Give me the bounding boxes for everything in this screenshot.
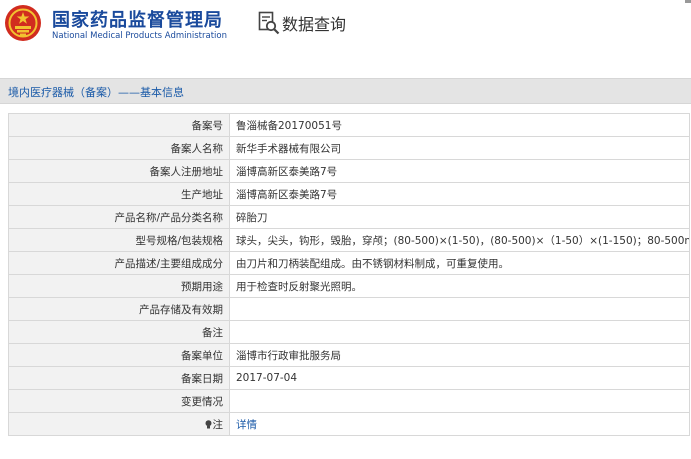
table-row: 备案单位 淄博市行政审批服务局 (8, 343, 690, 367)
table-row: 产品名称/产品分类名称 碎胎刀 (8, 205, 690, 229)
table-row: 变更情况 (8, 389, 690, 413)
org-name-en[interactable]: National Medical Products Administration (52, 31, 227, 41)
field-value: 新华手术器械有限公司 (229, 136, 690, 160)
field-label: 备案号 (8, 113, 230, 137)
note-value-cell: 详情 (229, 412, 690, 436)
note-label-cell: 注 (8, 412, 230, 436)
document-search-icon (258, 11, 280, 35)
note-row: 注详情 (8, 412, 690, 436)
national-emblem-icon (5, 5, 41, 41)
table-row: 预期用途 用于检查时反射聚光照明。 (8, 274, 690, 298)
field-label: 产品存储及有效期 (8, 297, 230, 321)
field-label: 备注 (8, 320, 230, 344)
table-row: 备注 (8, 320, 690, 344)
breadcrumb: 境内医疗器械（备案）——基本信息 (8, 86, 184, 99)
field-label: 备案人名称 (8, 136, 230, 160)
field-label: 产品描述/主要组成成分 (8, 251, 230, 275)
field-value: 淄博市行政审批服务局 (229, 343, 690, 367)
field-label: 预期用途 (8, 274, 230, 298)
field-value: 用于检查时反射聚光照明。 (229, 274, 690, 298)
corner-handle (685, 0, 691, 3)
table-row: 备案人名称 新华手术器械有限公司 (8, 136, 690, 160)
field-label: 备案日期 (8, 366, 230, 390)
field-label: 型号规格/包装规格 (8, 228, 230, 252)
field-label: 生产地址 (8, 182, 230, 206)
breadcrumb-bar: 境内医疗器械（备案）——基本信息 (0, 78, 691, 104)
site-header: 国家药品监督管理局 National Medical Products Admi… (0, 0, 691, 50)
lightbulb-icon (205, 419, 211, 428)
details-link[interactable]: 详情 (236, 419, 257, 431)
table-row: 型号规格/包装规格 球头，尖头，钩形，毁胎，穿颅；(80-500)×(1-50)，… (8, 228, 690, 252)
table-row: 生产地址 淄博高新区泰美路7号 (8, 182, 690, 206)
field-label: 备案单位 (8, 343, 230, 367)
data-query-label: 数据查询 (282, 15, 347, 34)
table-row: 备案号 鲁淄械备20170051号 (8, 113, 690, 137)
record-table: 备案号 鲁淄械备20170051号 备案人名称 新华手术器械有限公司 备案人注册地址 淄博… (8, 113, 690, 436)
field-value: 淄博高新区泰美路7号 (229, 182, 690, 206)
field-label: 变更情况 (8, 389, 230, 413)
table-row: 产品存储及有效期 (8, 297, 690, 321)
note-label: 注 (212, 418, 224, 431)
field-label: 产品名称/产品分类名称 (8, 205, 230, 229)
field-value (229, 297, 690, 321)
field-value: 2017-07-04 (229, 366, 690, 390)
table-row: 备案日期 2017-07-04 (8, 366, 690, 390)
field-label: 备案人注册地址 (8, 159, 230, 183)
field-value: 鲁淄械备20170051号 (229, 113, 690, 137)
field-value: 淄博高新区泰美路7号 (229, 159, 690, 183)
data-query-link[interactable]: 数据查询 (258, 10, 346, 36)
field-value: 由刀片和刀柄装配组成。由不锈钢材料制成，可重复使用。 (229, 251, 690, 275)
field-value (229, 320, 690, 344)
org-name-cn[interactable]: 国家药品监督管理局 (52, 6, 223, 32)
table-row: 产品描述/主要组成成分 由刀片和刀柄装配组成。由不锈钢材料制成，可重复使用。 (8, 251, 690, 275)
field-value: 球头，尖头，钩形，毁胎，穿颅；(80-500)×(1-50)，(80-500)×… (229, 228, 690, 252)
field-value (229, 389, 690, 413)
field-value: 碎胎刀 (229, 205, 690, 229)
table-row: 备案人注册地址 淄博高新区泰美路7号 (8, 159, 690, 183)
